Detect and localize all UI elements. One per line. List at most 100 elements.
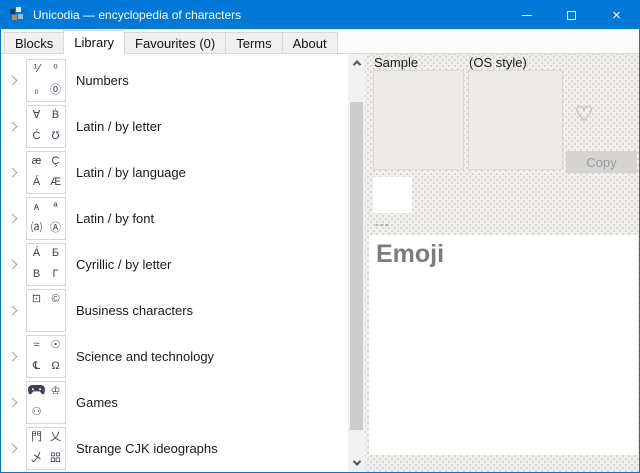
category-glyph-preview: ᴀª⒜Ⓐ: [26, 197, 66, 240]
tab-label: About: [293, 36, 327, 51]
category-label: Games: [76, 395, 118, 410]
sample-glyph: Ʊ: [51, 131, 59, 142]
tree-item[interactable]: ⅟ ⁰ ₀⓪ Numbers: [1, 57, 348, 103]
copy-button[interactable]: Copy: [566, 151, 637, 173]
sample-label: Sample: [374, 55, 418, 70]
maximize-icon: [567, 11, 576, 20]
category-heading: Emoji: [376, 240, 631, 269]
category-label: Latin / by letter: [76, 119, 161, 134]
chevron-right-icon[interactable]: [8, 259, 18, 269]
sample-glyph: 門: [31, 432, 42, 443]
sample-glyph: Б: [52, 248, 59, 259]
sample-glyph: 乂: [50, 432, 61, 443]
sample-glyph: ≈: [33, 340, 39, 351]
chevron-up-icon: [352, 60, 360, 68]
sample-glyph: Ḃ: [52, 110, 59, 121]
sample-glyph: ☉: [51, 340, 61, 351]
scroll-down-button[interactable]: [348, 454, 365, 471]
sample-glyph: Ⓐ: [50, 223, 61, 234]
titlebar: Unicodia — encyclopedia of characters ×: [1, 1, 639, 29]
sample-glyph: Ω: [51, 361, 59, 372]
tree-item[interactable]: А́БВГ Cyrillic / by letter: [1, 241, 348, 287]
tree-item[interactable]: 門乂乄㗊 Strange CJK ideographs: [1, 425, 348, 471]
os-style-label: (OS style): [469, 55, 527, 70]
category-label: Latin / by font: [76, 211, 154, 226]
sample-glyph: 㗊: [50, 453, 61, 464]
sample-glyph: ⅟: [33, 64, 39, 75]
sample-glyph: Ɐ: [33, 110, 41, 121]
tab-library[interactable]: Library: [63, 30, 125, 54]
tab-about[interactable]: About: [282, 32, 338, 53]
category-label: Latin / by language: [76, 165, 186, 180]
sample-glyph: Ç: [52, 156, 60, 167]
chevron-right-icon[interactable]: [8, 351, 18, 361]
category-glyph-preview: А́БВГ: [26, 243, 66, 286]
tree-item[interactable]: ≈ ☉ ℄ Ω Science and technology: [1, 333, 348, 379]
category-label: Cyrillic / by letter: [76, 257, 171, 272]
tab-bar: Blocks Library Favourites (0) Terms Abou…: [1, 29, 639, 53]
category-label: Science and technology: [76, 349, 214, 364]
sample-glyph: 乄: [31, 453, 42, 464]
tree-item[interactable]: ⱯḂĆƱ Latin / by letter: [1, 103, 348, 149]
os-style-sample-box: [468, 70, 563, 170]
tree-item[interactable]: ⊡© Business characters: [1, 287, 348, 333]
chevron-down-icon: [352, 457, 360, 465]
sample-glyph: ♔: [51, 386, 61, 397]
sample-glyph: ©: [51, 294, 59, 305]
tab-label: Favourites (0): [135, 36, 215, 51]
tab-favourites[interactable]: Favourites (0): [124, 32, 226, 53]
sample-glyph: ⓪: [50, 85, 61, 96]
close-button[interactable]: ×: [594, 1, 639, 29]
category-tree: ⅟ ⁰ ₀⓪ Numbers ⱯḂĆƱ Latin / by letter æÇ ÁÆ…: [1, 54, 348, 472]
minimize-icon: [522, 15, 532, 16]
scrollbar-thumb[interactable]: [350, 102, 363, 430]
sample-glyph: ⚇: [32, 407, 42, 418]
maximize-button[interactable]: [549, 1, 594, 29]
code-point-text: ---: [375, 217, 390, 231]
category-glyph-preview: ⅟ ⁰ ₀⓪: [26, 59, 66, 102]
window-title: Unicodia — encyclopedia of characters: [33, 8, 504, 22]
description-area: Emoji: [369, 235, 638, 455]
sample-glyph: ⁰: [53, 64, 57, 75]
chevron-right-icon[interactable]: [8, 167, 18, 177]
tab-blocks[interactable]: Blocks: [4, 32, 64, 53]
tab-label: Blocks: [15, 36, 53, 51]
category-label: Numbers: [76, 73, 129, 88]
tree-item[interactable]: æÇ ÁÆ Latin / by language: [1, 149, 348, 195]
tree-item[interactable]: ♔ ⚇ Games: [1, 379, 348, 425]
app-icon: [9, 7, 25, 23]
favourite-button[interactable]: ♡: [570, 100, 598, 128]
chevron-right-icon[interactable]: [8, 121, 18, 131]
chevron-right-icon[interactable]: [8, 397, 18, 407]
sample-glyph: ª: [53, 202, 57, 213]
sample-glyph: ₀: [34, 85, 39, 96]
category-glyph-preview: 門乂乄㗊: [26, 427, 66, 470]
tab-terms[interactable]: Terms: [225, 32, 282, 53]
sample-glyph: Æ: [50, 177, 61, 188]
sample-glyph: ⊡: [32, 294, 41, 305]
sample-glyph: ℄: [33, 361, 40, 372]
tree-scrollbar[interactable]: [348, 54, 365, 472]
chevron-right-icon[interactable]: [8, 75, 18, 85]
sample-box: [373, 70, 464, 170]
sample-glyph: æ: [32, 156, 42, 167]
sample-glyph: В: [33, 269, 40, 280]
chevron-right-icon[interactable]: [8, 213, 18, 223]
library-page: ⅟ ⁰ ₀⓪ Numbers ⱯḂĆƱ Latin / by letter æÇ ÁÆ…: [1, 53, 639, 472]
sample-glyph: Ć: [33, 131, 41, 142]
heart-outline-icon: ♡: [575, 104, 594, 125]
sample-glyph: Á: [33, 177, 40, 188]
category-glyph-preview: ⊡©: [26, 289, 66, 332]
category-glyph-preview: æÇ ÁÆ: [26, 151, 66, 194]
tree-item[interactable]: ᴀª⒜Ⓐ Latin / by font: [1, 195, 348, 241]
preview-panel: Sample (OS style) ♡ Copy --- Emoji: [365, 54, 639, 472]
minimize-button[interactable]: [504, 1, 549, 29]
scroll-up-button[interactable]: [348, 54, 365, 71]
chevron-right-icon[interactable]: [8, 305, 18, 315]
gamepad-icon: [28, 384, 45, 399]
sample-glyph: ᴀ: [34, 202, 39, 213]
category-label: Business characters: [76, 303, 193, 318]
app-window: Unicodia — encyclopedia of characters × …: [0, 0, 640, 473]
chevron-right-icon[interactable]: [8, 443, 18, 453]
sample-glyph: А́: [33, 248, 40, 259]
